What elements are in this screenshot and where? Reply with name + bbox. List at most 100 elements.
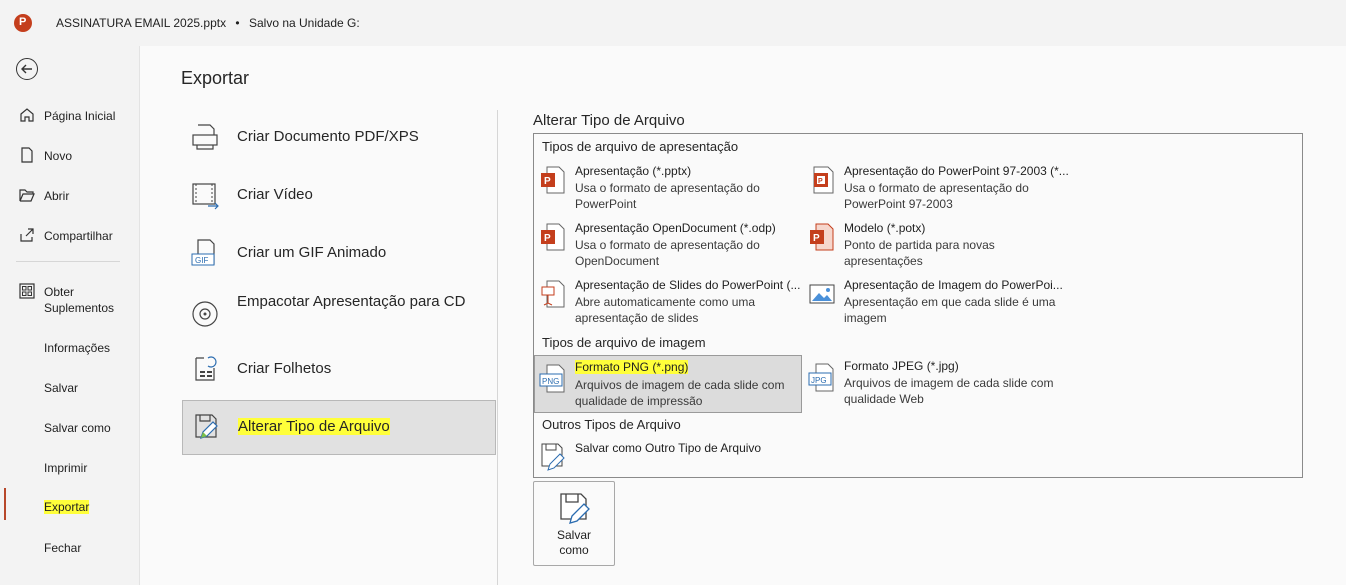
file-type-desc: Usa o formato de apresentação do OpenDoc…: [575, 238, 760, 268]
svg-text:P: P: [818, 178, 823, 185]
save-other-type-icon: [541, 443, 565, 471]
file-type-other[interactable]: Salvar como Outro Tipo de Arquivo: [535, 440, 803, 476]
save-as-icon: [560, 493, 590, 524]
odp-file-icon: P: [541, 223, 565, 251]
section-heading-image: Tipos de arquivo de imagem: [542, 335, 706, 350]
svg-text:P: P: [544, 176, 551, 187]
svg-text:PNG: PNG: [542, 377, 559, 386]
nav-label: Página Inicial: [44, 109, 116, 123]
option-label-highlighted: Alterar Tipo de Arquivo: [238, 417, 390, 437]
file-type-ppt-97[interactable]: P Apresentação do PowerPoint 97-2003 (*.…: [804, 163, 1072, 221]
nav-item-open[interactable]: Abrir: [0, 186, 139, 206]
addins-icon: [19, 283, 35, 299]
svg-text:JPG: JPG: [811, 376, 827, 385]
ppt-97-file-icon: P: [813, 166, 834, 194]
cd-icon: [192, 301, 218, 327]
save-as-label: Salvar como: [556, 528, 591, 557]
option-label: Criar Vídeo: [237, 186, 313, 203]
nav-label: Salvar: [44, 381, 79, 395]
nav-item-share[interactable]: Compartilhar: [0, 226, 139, 246]
folder-open-icon: [19, 189, 35, 202]
nav-item-new[interactable]: Novo: [0, 146, 139, 166]
save-status: Salvo na Unidade G:: [248, 16, 360, 30]
title-bar: ASSINATURA EMAIL 2025.pptx • Salvo na Un…: [0, 0, 1346, 46]
nav-label: Exportar: [44, 500, 90, 514]
svg-text:P: P: [544, 233, 551, 244]
file-type-png[interactable]: PNG Formato PNG (*.png) Arquivos de imag…: [534, 355, 802, 413]
file-type-name: Apresentação OpenDocument (*.odp): [575, 221, 776, 235]
file-type-name: Modelo (*.potx): [844, 221, 926, 235]
nav-label: Imprimir: [44, 461, 88, 475]
nav-item-export[interactable]: Exportar: [0, 497, 139, 517]
nav-item-save-as[interactable]: Salvar como: [0, 418, 139, 438]
file-type-desc: Ponto de partida para novas apresentaçõe…: [844, 238, 995, 268]
home-icon: [20, 108, 34, 122]
png-file-icon: PNG: [539, 364, 565, 393]
file-type-jpeg[interactable]: JPG Formato JPEG (*.jpg) Arquivos de ima…: [804, 358, 1072, 416]
nav-item-print[interactable]: Imprimir: [0, 458, 139, 478]
option-create-handouts[interactable]: Criar Folhetos: [182, 348, 496, 390]
option-label: Empacotar Apresentação para CD: [237, 293, 466, 310]
file-type-name: Apresentação de Slides do PowerPoint (..…: [575, 278, 801, 292]
option-create-gif[interactable]: GIF Criar um GIF Animado: [182, 232, 496, 274]
main-content: Exportar Criar Documento PDF/XPS Criar V…: [139, 46, 1346, 585]
nav-label: Informações: [44, 341, 111, 355]
file-type-name: Salvar como Outro Tipo de Arquivo: [575, 441, 762, 455]
section-heading-other: Outros Tipos de Arquivo: [542, 417, 681, 432]
share-icon: [20, 228, 34, 242]
section-divider: [497, 110, 498, 585]
nav-label: Novo: [44, 149, 73, 163]
option-create-pdf[interactable]: Criar Documento PDF/XPS: [182, 116, 496, 158]
nav-label: Compartilhar: [44, 229, 113, 243]
nav-label: Abrir: [44, 189, 70, 203]
file-type-pptx[interactable]: P Apresentação (*.pptx) Usa o formato de…: [535, 163, 803, 221]
svg-text:P: P: [813, 233, 820, 244]
file-type-desc: Apresentação em que cada slide é uma ima…: [844, 295, 1056, 325]
file-type-name: Formato PNG (*.png): [575, 360, 689, 374]
option-create-video[interactable]: Criar Vídeo: [182, 174, 496, 216]
nav-item-info[interactable]: Informações: [0, 338, 139, 358]
option-label: Criar Documento PDF/XPS: [237, 128, 419, 145]
file-name: ASSINATURA EMAIL 2025.pptx: [56, 16, 227, 30]
pdf-icon: [192, 124, 218, 150]
file-type-desc: Arquivos de imagem de cada slide com qua…: [844, 376, 1054, 406]
file-type-box: Tipos de arquivo de apresentação P Apres…: [533, 133, 1303, 478]
option-label: Criar Folhetos: [237, 360, 332, 377]
file-type-name-highlighted: Formato PNG (*.png): [575, 359, 689, 375]
save-as-button[interactable]: Salvar como: [533, 481, 615, 566]
change-file-type-icon: [195, 414, 218, 439]
nav-item-save[interactable]: Salvar: [0, 378, 139, 398]
file-type-ppsx[interactable]: Apresentação de Slides do PowerPoint (..…: [535, 277, 803, 335]
file-type-desc: Usa o formato de apresentação do PowerPo…: [844, 181, 1029, 211]
nav-label: Obter Suplementos: [44, 285, 115, 315]
powerpoint-logo-icon: [14, 14, 32, 32]
image-presentation-icon: [809, 284, 835, 304]
handouts-icon: [195, 356, 217, 381]
slideshow-file-icon: [541, 280, 565, 308]
file-type-odp[interactable]: P Apresentação OpenDocument (*.odp) Usa …: [535, 220, 803, 278]
file-type-potx[interactable]: P Modelo (*.potx) Ponto de partida para …: [804, 220, 1072, 278]
nav-item-home[interactable]: Página Inicial: [0, 106, 139, 126]
nav-label: Salvar como: [44, 421, 111, 435]
nav-item-close[interactable]: Fechar: [0, 538, 139, 558]
pptx-file-icon: P: [541, 166, 565, 194]
file-type-name: Apresentação (*.pptx): [575, 164, 692, 178]
jpg-file-icon: JPG: [808, 363, 834, 392]
option-change-file-type[interactable]: Alterar Tipo de Arquivo: [182, 400, 496, 455]
file-type-image-presentation[interactable]: Apresentação de Imagem do PowerPoi... Ap…: [804, 277, 1072, 335]
file-type-name: Apresentação de Imagem do PowerPoi...: [844, 278, 1063, 292]
file-type-name: Apresentação do PowerPoint 97-2003 (*...: [844, 164, 1069, 178]
window-title: ASSINATURA EMAIL 2025.pptx • Salvo na Un…: [56, 16, 360, 30]
video-icon: [192, 183, 219, 210]
option-package-cd[interactable]: Empacotar Apresentação para CD: [182, 288, 496, 340]
new-file-icon: [21, 147, 33, 163]
svg-text:GIF: GIF: [195, 256, 208, 265]
title-separator: •: [235, 16, 240, 30]
option-label: Criar um GIF Animado: [237, 244, 387, 261]
nav-item-addins[interactable]: Obter Suplementos: [0, 282, 139, 316]
nav-label: Fechar: [44, 541, 82, 555]
nav-divider: [16, 261, 120, 262]
file-type-desc: Usa o formato de apresentação do PowerPo…: [575, 181, 760, 211]
back-arrow-icon[interactable]: [16, 58, 38, 80]
file-type-desc: Abre automaticamente como uma apresentaç…: [575, 295, 756, 325]
